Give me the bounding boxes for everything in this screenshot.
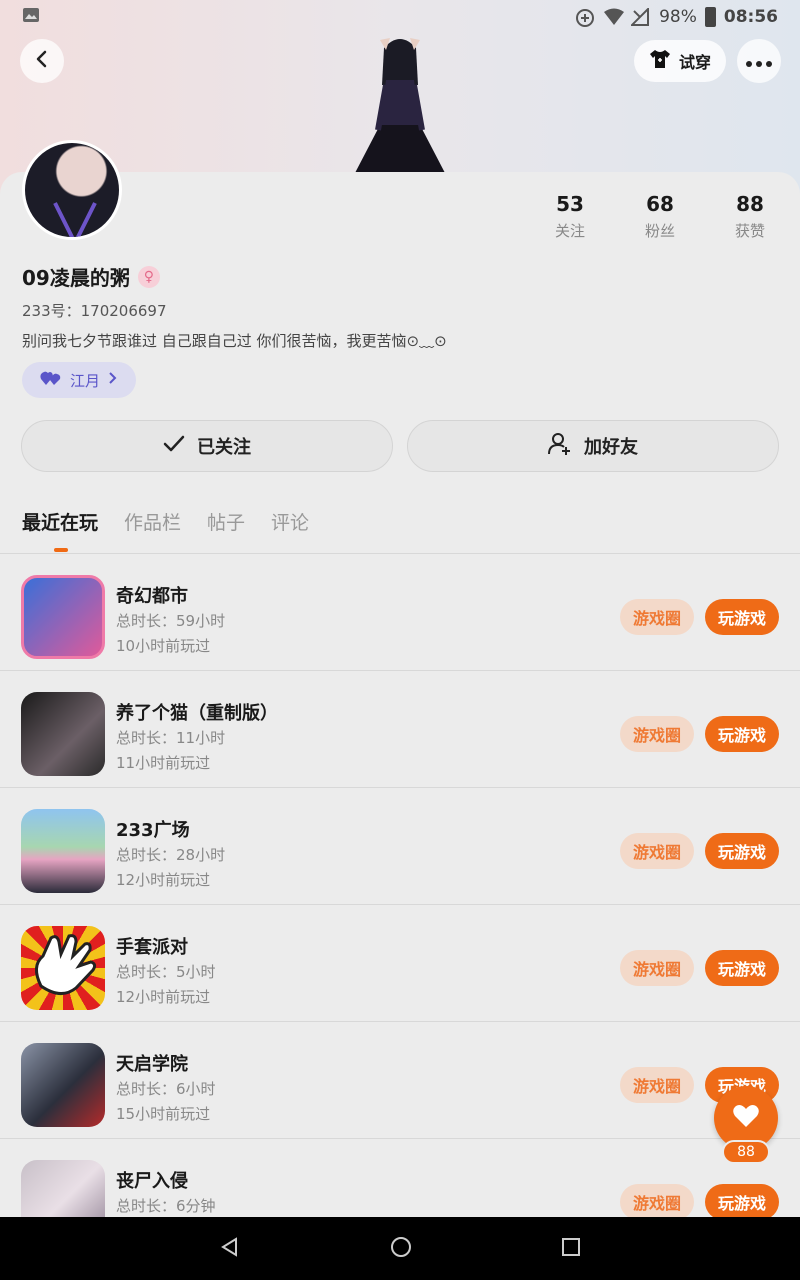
fans-count: 68 xyxy=(646,192,674,216)
game-last-played: 12小时前玩过 xyxy=(116,988,211,1006)
gender-female-icon: ♀ xyxy=(137,265,160,288)
tab-posts[interactable]: 帖子 xyxy=(207,508,245,535)
stat-fans[interactable]: 68 粉丝 xyxy=(615,192,705,241)
battery-percent: 98% xyxy=(659,7,697,27)
list-item[interactable]: 天启学院 总时长：6小时 15小时前玩过 游戏圈 玩游戏 xyxy=(0,1022,800,1139)
game-icon[interactable] xyxy=(21,575,105,659)
play-game-button[interactable]: 玩游戏 xyxy=(705,716,779,752)
game-name: 233广场 xyxy=(116,820,190,841)
battery-icon xyxy=(704,7,716,27)
try-on-button[interactable]: 试穿 xyxy=(634,40,726,82)
game-duration: 总时长：6分钟 xyxy=(116,1197,216,1215)
game-name: 奇幻都市 xyxy=(116,586,188,607)
game-name: 丧尸入侵 xyxy=(116,1171,188,1192)
list-item[interactable]: 手套派对 总时长：5小时 12小时前玩过 游戏圈 玩游戏 xyxy=(0,905,800,1022)
recent-games-list: 奇幻都市 总时长：59小时 10小时前玩过 游戏圈 玩游戏 养了个猫（重制版） … xyxy=(0,554,800,1256)
tshirt-icon xyxy=(649,49,671,73)
stat-following[interactable]: 53 关注 xyxy=(525,192,615,241)
list-item[interactable]: 奇幻都市 总时长：59小时 10小时前玩过 游戏圈 玩游戏 xyxy=(0,554,800,671)
relationship-tag[interactable]: 江月 xyxy=(22,362,136,398)
back-button[interactable] xyxy=(20,39,64,83)
game-duration: 总时长：5小时 xyxy=(116,963,216,981)
game-circle-button[interactable]: 游戏圈 xyxy=(620,599,694,635)
clock: 08:56 xyxy=(723,7,778,27)
avatar[interactable] xyxy=(22,140,122,240)
game-duration: 总时长：28小时 xyxy=(116,846,226,864)
tab-comments[interactable]: 评论 xyxy=(271,508,309,535)
tag-label: 江月 xyxy=(70,371,101,390)
list-item[interactable]: 养了个猫（重制版） 总时长：11小时 11小时前玩过 游戏圈 玩游戏 xyxy=(0,671,800,788)
data-saver-icon xyxy=(575,8,595,27)
like-count-badge: 88 xyxy=(722,1140,770,1164)
play-game-button[interactable]: 玩游戏 xyxy=(705,599,779,635)
fans-label: 粉丝 xyxy=(644,222,675,240)
chevron-left-icon xyxy=(32,49,52,73)
tab-works[interactable]: 作品栏 xyxy=(124,508,181,535)
add-friend-label: 加好友 xyxy=(584,437,638,458)
profile-tabs: 最近在玩 作品栏 帖子 评论 xyxy=(22,508,309,552)
add-friend-button[interactable]: 加好友 xyxy=(407,420,779,472)
stat-likes[interactable]: 88 获赞 xyxy=(705,192,795,241)
nav-recents-icon[interactable] xyxy=(562,1237,580,1260)
game-duration: 总时长：6小时 xyxy=(116,1080,216,1098)
try-on-label: 试穿 xyxy=(678,53,711,72)
play-game-button[interactable]: 玩游戏 xyxy=(705,833,779,869)
image-icon xyxy=(22,7,42,25)
game-circle-button[interactable]: 游戏圈 xyxy=(620,1184,694,1220)
heart-icon xyxy=(732,1103,760,1133)
game-icon[interactable] xyxy=(21,692,105,776)
tab-recent-games[interactable]: 最近在玩 xyxy=(22,508,98,552)
followed-button[interactable]: 已关注 xyxy=(21,420,393,472)
nav-back-icon[interactable] xyxy=(220,1236,240,1261)
game-duration: 总时长：59小时 xyxy=(116,612,226,630)
game-last-played: 12小时前玩过 xyxy=(116,871,211,889)
signal-icon xyxy=(629,6,651,26)
game-circle-button[interactable]: 游戏圈 xyxy=(620,950,694,986)
game-icon[interactable] xyxy=(21,1043,105,1127)
list-item[interactable]: 233广场 总时长：28小时 12小时前玩过 游戏圈 玩游戏 xyxy=(0,788,800,905)
check-icon xyxy=(163,435,185,458)
user-bio: 别问我七夕节跟谁过 自己跟自己过 你们很苦恼，我更苦恼⊙﹏⊙ xyxy=(22,332,447,350)
status-bar: 98% 08:56 xyxy=(0,0,800,34)
game-name: 养了个猫（重制版） xyxy=(116,703,278,724)
game-circle-button[interactable]: 游戏圈 xyxy=(620,716,694,752)
chevron-right-icon xyxy=(108,371,118,389)
add-user-icon xyxy=(548,432,572,461)
system-nav-bar xyxy=(0,1217,800,1280)
more-dots-icon xyxy=(746,52,772,71)
nav-home-icon[interactable] xyxy=(390,1236,412,1262)
game-last-played: 15小时前玩过 xyxy=(116,1105,211,1123)
likes-count: 88 xyxy=(736,192,764,216)
game-last-played: 11小时前玩过 xyxy=(116,754,211,772)
following-label: 关注 xyxy=(554,222,585,240)
user-id: 233号：170206697 xyxy=(22,302,167,320)
game-icon[interactable] xyxy=(21,809,105,893)
play-game-button[interactable]: 玩游戏 xyxy=(705,1184,779,1220)
more-button[interactable] xyxy=(737,39,781,83)
likes-label: 获赞 xyxy=(734,222,765,240)
followed-label: 已关注 xyxy=(197,437,251,458)
game-circle-button[interactable]: 游戏圈 xyxy=(620,1067,694,1103)
game-name: 手套派对 xyxy=(116,937,188,958)
game-name: 天启学院 xyxy=(116,1054,188,1075)
game-last-played: 10小时前玩过 xyxy=(116,637,211,655)
game-duration: 总时长：11小时 xyxy=(116,729,226,747)
heart-pair-icon xyxy=(40,370,62,390)
play-game-button[interactable]: 玩游戏 xyxy=(705,950,779,986)
game-icon[interactable] xyxy=(21,926,105,1010)
wifi-icon xyxy=(603,8,625,26)
game-circle-button[interactable]: 游戏圈 xyxy=(620,833,694,869)
username-row: 09凌晨的粥 ♀ xyxy=(22,262,160,291)
avatar-3d-figure[interactable] xyxy=(350,30,450,175)
following-count: 53 xyxy=(556,192,584,216)
username: 09凌晨的粥 xyxy=(22,266,130,290)
